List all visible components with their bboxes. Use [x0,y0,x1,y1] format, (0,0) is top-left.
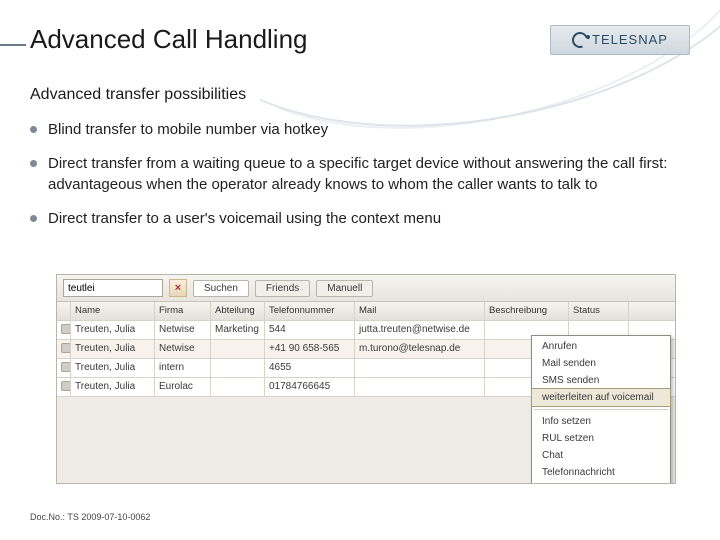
cell-name: Treuten, Julia [71,359,155,377]
col-name[interactable]: Name [71,302,155,320]
bullet-list: Blind transfer to mobile number via hotk… [30,120,690,243]
cell-mail: m.turono@telesnap.de [355,340,485,358]
bullet-item: Direct transfer to a user's voicemail us… [30,209,690,229]
tab-suchen[interactable]: Suchen [193,280,249,297]
title-rule [0,44,26,46]
presence-icon [61,381,71,391]
brand-logo: TELESNAP [550,25,690,55]
page-title: Advanced Call Handling [30,24,308,55]
presence-icon [61,362,71,372]
presence-icon [61,324,71,334]
col-beschreibung[interactable]: Beschreibung [485,302,569,320]
presence-icon [61,343,71,353]
menu-item-weiterleiten-voicemail[interactable]: weiterleiten auf voicemail [532,389,670,406]
col-presence[interactable] [57,302,71,320]
menu-item-rul-setzen[interactable]: RUL setzen [532,430,670,447]
cell-abteilung: Marketing [211,321,265,339]
tab-manuell[interactable]: Manuell [316,280,373,297]
app-screenshot: × Suchen Friends Manuell Name Firma Abte… [56,274,676,484]
cell-tel: 544 [265,321,355,339]
cell-mail: jutta.treuten@netwise.de [355,321,485,339]
cell-firma: Netwise [155,321,211,339]
logo-mark-icon [569,29,590,50]
cell-mail [355,378,485,396]
cell-tel: 01784766645 [265,378,355,396]
menu-item-anrufen[interactable]: Anrufen [532,338,670,355]
col-telefon[interactable]: Telefonnummer [265,302,355,320]
doc-number: Doc.No.: TS 2009-07-10-0062 [30,512,150,522]
cell-name: Treuten, Julia [71,321,155,339]
toolbar: × Suchen Friends Manuell [57,275,675,302]
cell-abteilung [211,340,265,358]
cell-mail [355,359,485,377]
cell-tel: 4655 [265,359,355,377]
cell-abteilung [211,359,265,377]
cell-name: Treuten, Julia [71,340,155,358]
grid-header-row: Name Firma Abteilung Telefonnummer Mail … [57,302,675,321]
col-abteilung[interactable]: Abteilung [211,302,265,320]
menu-item-mail-senden[interactable]: Mail senden [532,355,670,372]
col-mail[interactable]: Mail [355,302,485,320]
cell-firma: intern [155,359,211,377]
close-icon: × [175,283,181,294]
cell-firma: Netwise [155,340,211,358]
search-input[interactable] [63,279,163,297]
context-menu: Anrufen Mail senden SMS senden weiterlei… [531,335,671,484]
col-firma[interactable]: Firma [155,302,211,320]
logo-text: TELESNAP [592,32,668,47]
bullet-item: Direct transfer from a waiting queue to … [30,154,690,195]
col-status[interactable]: Status [569,302,629,320]
clear-search-button[interactable]: × [169,279,187,297]
cell-tel: +41 90 658-565 [265,340,355,358]
menu-separator [534,409,668,410]
menu-item-sms-senden[interactable]: SMS senden [532,372,670,389]
tab-friends[interactable]: Friends [255,280,310,297]
menu-item-chat[interactable]: Chat [532,447,670,464]
menu-item-info-setzen[interactable]: Info setzen [532,413,670,430]
cell-firma: Eurolac [155,378,211,396]
cell-name: Treuten, Julia [71,378,155,396]
cell-abteilung [211,378,265,396]
bullet-item: Blind transfer to mobile number via hotk… [30,120,690,140]
section-subtitle: Advanced transfer possibilities [30,86,246,104]
menu-item-telefonnachricht[interactable]: Telefonnachricht [532,464,670,481]
